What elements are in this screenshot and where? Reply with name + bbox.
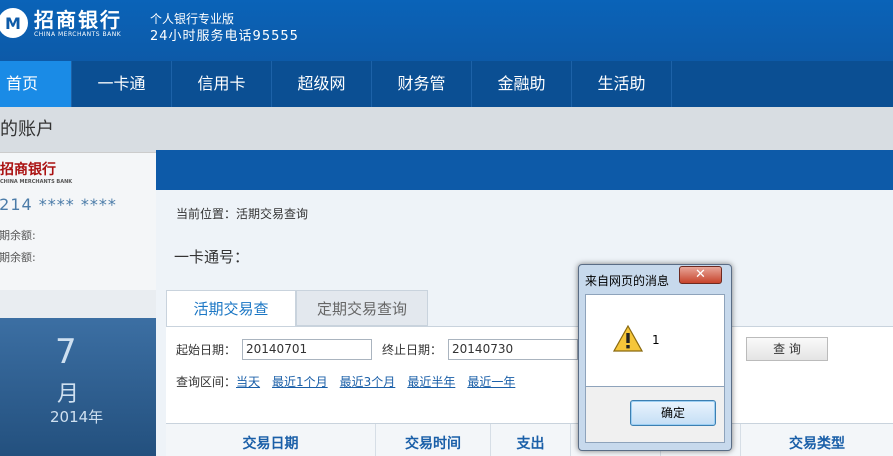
nav-item-finance[interactable]: 财务管理 [372, 61, 472, 139]
calendar-day: 7 [55, 332, 77, 372]
start-date-label: 起始日期： [176, 343, 237, 357]
nav-item-card[interactable]: 一卡通 [72, 61, 172, 107]
bank-card[interactable]: 招商银行 CHINA MERCHANTS BANK 6214 **** ****… [0, 152, 156, 290]
range-3-months-link[interactable]: 最近3个月 [340, 373, 396, 390]
query-form: 起始日期： 20140701 终止日期： 20140730 查 询 查询区间： … [166, 326, 893, 456]
calendar-widget: 7 月 2014年 [0, 318, 156, 456]
main-nav: 首页 一卡通 信用卡 超级网银 财务管理 金融助手 生活助手 [0, 61, 893, 139]
breadcrumb: 当前位置：活期交易查询 [176, 207, 309, 221]
nav-item-credit-card[interactable]: 信用卡 [172, 61, 272, 107]
query-tabs: 活期交易查询 定期交易查询 [166, 290, 429, 354]
dialog-message: 1 [652, 333, 660, 347]
tab-current-transactions[interactable]: 活期交易查询 [166, 290, 296, 354]
bank-name-en: CHINA MERCHANTS BANK [34, 30, 122, 38]
card-logo: 招商银行 CHINA MERCHANTS BANK [0, 162, 73, 185]
calendar-year: 2014年 [50, 408, 104, 426]
fixed-balance-label: 定期余额: [0, 251, 36, 264]
current-balance-label: 活期余额: [0, 229, 36, 242]
column-header[interactable]: 交易时间 [376, 424, 491, 456]
card-number: 6214 **** **** [0, 195, 117, 214]
alert-dialog: 来自网页的消息 ✕ 1 确定 [578, 264, 732, 451]
range-half-year-link[interactable]: 最近半年 [407, 373, 455, 390]
range-1-year-link[interactable]: 最近一年 [467, 373, 515, 390]
query-button[interactable]: 查 询 [746, 337, 828, 361]
transaction-query-panel: 当前位置：活期交易查询 一卡通号： 活期交易查询 定期交易查询 起始日期： 20… [156, 190, 893, 456]
column-header[interactable]: 支出 [491, 424, 571, 456]
dialog-footer: 确定 [585, 387, 725, 443]
dialog-title: 来自网页的消息 [585, 274, 670, 288]
dialog-body: 1 [585, 294, 725, 387]
range-1-month-link[interactable]: 最近1个月 [272, 373, 328, 390]
bank-name: 招商银行 [34, 7, 122, 32]
bank-logo[interactable]: M 招商银行 CHINA MERCHANTS BANK [0, 8, 122, 38]
site-header: M 招商银行 CHINA MERCHANTS BANK 个人银行专业版 24小时… [0, 0, 893, 61]
tagline: 个人银行专业版 24小时服务电话95555 [150, 10, 299, 46]
start-date-input[interactable]: 20140701 [242, 339, 373, 360]
bank-logo-icon: M [0, 8, 28, 38]
range-label: 查询区间： [176, 375, 237, 389]
nav-item-finance-assistant[interactable]: 金融助手 [472, 61, 572, 139]
ok-button[interactable]: 确定 [630, 400, 716, 426]
tab-fixed-transactions[interactable]: 定期交易查询 [296, 290, 429, 326]
warning-icon [612, 324, 644, 356]
column-header[interactable]: 交易类型 [741, 424, 893, 456]
card-number-label: 一卡通号： [174, 248, 250, 266]
dialog-close-button[interactable]: ✕ [679, 266, 722, 284]
nav-item-super-ebank[interactable]: 超级网银 [272, 61, 372, 139]
panel-header-bar [156, 150, 893, 190]
range-today-link[interactable]: 当天 [236, 373, 260, 390]
nav-item-home[interactable]: 首页 [0, 61, 72, 107]
account-title: 我的账户 [0, 107, 893, 152]
transactions-table-header: 交易日期 交易时间 支出 存入 余额 交易类型 [166, 423, 893, 456]
end-date-input[interactable]: 20140730 [448, 339, 579, 360]
end-date-label: 终止日期： [382, 343, 443, 357]
tagline-hotline: 24小时服务电话95555 [150, 29, 299, 44]
calendar-month: 月 [57, 382, 80, 407]
tagline-edition: 个人银行专业版 [150, 12, 235, 26]
column-header[interactable]: 交易日期 [166, 424, 376, 456]
nav-item-life-assistant[interactable]: 生活助手 [572, 61, 672, 139]
